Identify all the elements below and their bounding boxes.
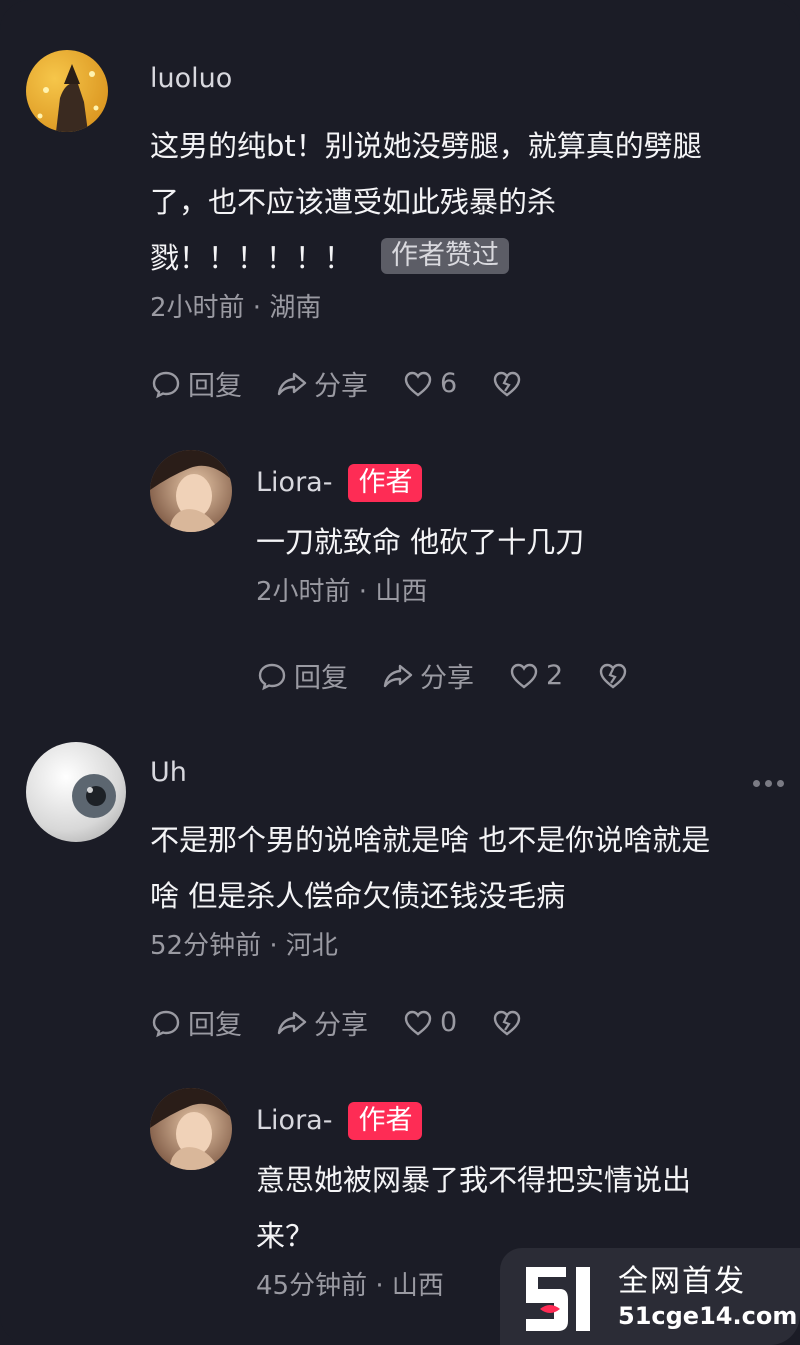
author-badge: 作者: [348, 1102, 423, 1140]
broken-heart-icon: [599, 663, 627, 689]
username[interactable]: luoluo: [150, 62, 780, 96]
comment-text-line: 戮！！！！！！ 作者赞过: [150, 230, 780, 286]
like-count: 6: [440, 368, 458, 399]
avatar-illustration: [72, 774, 116, 818]
watermark-url: 51cge14.com: [618, 1301, 798, 1330]
site-logo-icon: [526, 1266, 590, 1331]
comment-text-fragment: 戮！！！！！！: [150, 241, 354, 275]
comment-actions: 回复 分享 6: [150, 364, 557, 403]
reply-icon: [258, 663, 286, 690]
dislike-button[interactable]: [597, 660, 629, 692]
share-label: 分享: [314, 371, 368, 402]
avatar[interactable]: [150, 450, 232, 532]
share-button[interactable]: 分享: [382, 656, 474, 695]
reply-icon: [152, 1010, 180, 1037]
username-text[interactable]: Liora-: [256, 466, 332, 500]
comment-panel: luoluo 这男的纯bt！别说她没劈腿，就算真的劈腿 了，也不应该遭受如此残暴…: [0, 0, 800, 1345]
avatar[interactable]: [26, 50, 108, 132]
comment-text: 这男的纯bt！别说她没劈腿，就算真的劈腿 了，也不应该遭受如此残暴的杀 戮！！！…: [150, 118, 780, 286]
dislike-button[interactable]: [491, 1007, 523, 1039]
like-button[interactable]: 6: [402, 368, 457, 400]
heart-icon: [510, 663, 538, 689]
like-button[interactable]: 0: [402, 1007, 457, 1039]
comment-actions: 回复 分享 2: [256, 656, 663, 695]
broken-heart-icon: [493, 371, 521, 397]
author-badge: 作者: [348, 464, 423, 502]
username-text[interactable]: luoluo: [150, 62, 232, 96]
comment-text-line: 意思她被网暴了我不得把实情说出: [256, 1163, 692, 1197]
comment-text-line: 这男的纯bt！别说她没劈腿，就算真的劈腿: [150, 129, 702, 163]
like-button[interactable]: 2: [508, 660, 563, 692]
avatar[interactable]: [150, 1088, 232, 1170]
reply-button[interactable]: 回复: [150, 364, 242, 403]
comment-text-line: 啥 但是杀人偿命欠债还钱没毛病: [150, 879, 566, 913]
comment-text-line: 不是那个男的说啥就是啥 也不是你说啥就是: [150, 823, 711, 857]
share-button[interactable]: 分享: [276, 1003, 368, 1042]
comment-text-line: 了，也不应该遭受如此残暴的杀: [150, 185, 557, 219]
share-label: 分享: [420, 663, 474, 694]
reply-button[interactable]: 回复: [150, 1003, 242, 1042]
avatar-illustration: [150, 450, 232, 532]
reply-label: 回复: [294, 663, 348, 694]
share-icon: [277, 372, 307, 395]
comment-text: 不是那个男的说啥就是啥 也不是你说啥就是 啥 但是杀人偿命欠债还钱没毛病: [150, 812, 780, 924]
username-text[interactable]: Liora-: [256, 1104, 332, 1138]
avatar[interactable]: [26, 742, 126, 842]
username[interactable]: Liora- 作者: [256, 1102, 776, 1140]
dislike-button[interactable]: [491, 368, 523, 400]
comment-meta: 2小时前 · 湖南: [150, 293, 322, 323]
username[interactable]: Uh: [150, 756, 780, 790]
comment-meta: 2小时前 · 山西: [256, 577, 428, 607]
share-icon: [277, 1011, 307, 1034]
username[interactable]: Liora- 作者: [256, 464, 776, 502]
watermark-title: 全网首发: [618, 1263, 746, 1299]
share-label: 分享: [314, 1010, 368, 1041]
avatar-illustration: [150, 1088, 232, 1170]
broken-heart-icon: [493, 1010, 521, 1036]
comment-text-line: 一刀就致命 他砍了十几刀: [256, 525, 585, 559]
like-count: 0: [440, 1007, 458, 1038]
watermark-badge: 全网首发 51cge14.com: [500, 1248, 800, 1345]
share-button[interactable]: 分享: [276, 364, 368, 403]
share-icon: [383, 664, 413, 687]
reply-button[interactable]: 回复: [256, 656, 348, 695]
reply-icon: [152, 371, 180, 398]
reply-label: 回复: [188, 1010, 242, 1041]
comment-text: 一刀就致命 他砍了十几刀: [256, 514, 776, 570]
comment-actions: 回复 分享 0: [150, 1003, 557, 1042]
author-liked-badge: 作者赞过: [381, 238, 510, 274]
avatar-illustration: [37, 64, 99, 132]
like-count: 2: [546, 660, 564, 691]
username-text[interactable]: Uh: [150, 756, 187, 790]
reply-label: 回复: [188, 371, 242, 402]
heart-icon: [404, 1010, 432, 1036]
heart-icon: [404, 371, 432, 397]
comment-meta: 52分钟前 · 河北: [150, 931, 338, 961]
